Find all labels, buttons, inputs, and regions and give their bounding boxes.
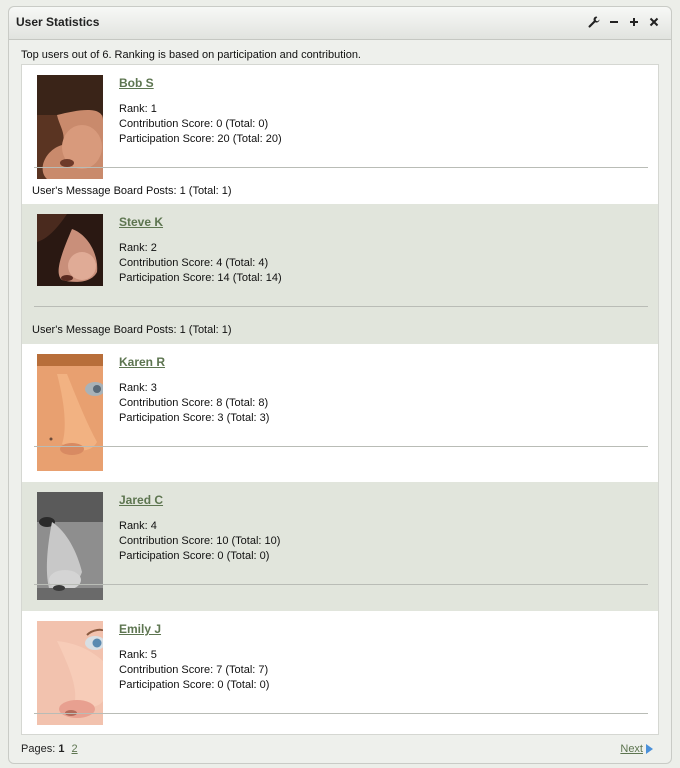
list-item: Karen R Rank: 3 Contribution Score: 8 (T… [22, 344, 658, 482]
close-icon[interactable] [647, 14, 661, 30]
avatar[interactable] [37, 621, 103, 725]
user-stats: Rank: 2 Contribution Score: 4 (Total: 4)… [119, 241, 282, 286]
avatar[interactable] [37, 214, 103, 286]
portlet-controls [587, 14, 661, 30]
wrench-icon[interactable] [587, 14, 601, 30]
next-page-link[interactable]: Next [620, 743, 653, 755]
participation-score: Participation Score: 0 (Total: 0) [119, 550, 270, 562]
rank-text: Rank: 5 [119, 649, 157, 661]
page-2-link[interactable]: 2 [72, 743, 78, 755]
user-list: Bob S Rank: 1 Contribution Score: 0 (Tot… [21, 64, 659, 735]
divider [34, 713, 648, 714]
contribution-score: Contribution Score: 7 (Total: 7) [119, 664, 269, 676]
participation-score: Participation Score: 20 (Total: 20) [119, 133, 282, 145]
divider [34, 584, 648, 585]
user-stats: Rank: 1 Contribution Score: 0 (Total: 0)… [119, 102, 282, 147]
contribution-score: Contribution Score: 0 (Total: 0) [119, 118, 269, 130]
next-label: Next [620, 743, 643, 755]
avatar[interactable] [37, 354, 103, 471]
rank-text: Rank: 4 [119, 520, 157, 532]
list-item: Emily J Rank: 5 Contribution Score: 7 (T… [22, 611, 658, 734]
list-item: Jared C Rank: 4 Contribution Score: 10 (… [22, 482, 658, 611]
user-statistics-portlet: User Statistics Top users out of 6. Rank… [8, 6, 672, 764]
user-name-link[interactable]: Emily J [119, 622, 161, 636]
plus-icon[interactable] [627, 14, 641, 30]
message-board-posts: User's Message Board Posts: 1 (Total: 1) [32, 324, 232, 336]
user-name-link[interactable]: Steve K [119, 215, 163, 229]
pagination: Pages: 1 2 [21, 743, 78, 755]
current-page: 1 [58, 743, 65, 755]
rank-text: Rank: 1 [119, 103, 157, 115]
user-name-link[interactable]: Bob S [119, 76, 154, 90]
rank-text: Rank: 2 [119, 242, 157, 254]
list-item: Bob S Rank: 1 Contribution Score: 0 (Tot… [22, 65, 658, 204]
message-board-posts: User's Message Board Posts: 1 (Total: 1) [32, 185, 232, 197]
user-name-link[interactable]: Jared C [119, 493, 163, 507]
participation-score: Participation Score: 14 (Total: 14) [119, 272, 282, 284]
participation-score: Participation Score: 3 (Total: 3) [119, 412, 270, 424]
next-arrow-icon [646, 744, 653, 754]
divider [34, 167, 648, 168]
user-stats: Rank: 4 Contribution Score: 10 (Total: 1… [119, 519, 280, 564]
contribution-score: Contribution Score: 8 (Total: 8) [119, 397, 269, 409]
user-name-link[interactable]: Karen R [119, 355, 165, 369]
rank-text: Rank: 3 [119, 382, 157, 394]
divider [34, 446, 648, 447]
user-stats: Rank: 5 Contribution Score: 7 (Total: 7)… [119, 648, 269, 693]
avatar[interactable] [37, 75, 103, 179]
portlet-titlebar: User Statistics [9, 7, 671, 40]
contribution-score: Contribution Score: 4 (Total: 4) [119, 257, 269, 269]
minimize-icon[interactable] [607, 14, 621, 30]
portlet-title: User Statistics [16, 15, 100, 29]
intro-text: Top users out of 6. Ranking is based on … [21, 49, 361, 61]
list-item: Steve K Rank: 2 Contribution Score: 4 (T… [22, 204, 658, 344]
divider [34, 306, 648, 307]
contribution-score: Contribution Score: 10 (Total: 10) [119, 535, 281, 547]
pages-label: Pages: [21, 743, 56, 755]
user-stats: Rank: 3 Contribution Score: 8 (Total: 8)… [119, 381, 269, 426]
participation-score: Participation Score: 0 (Total: 0) [119, 679, 270, 691]
